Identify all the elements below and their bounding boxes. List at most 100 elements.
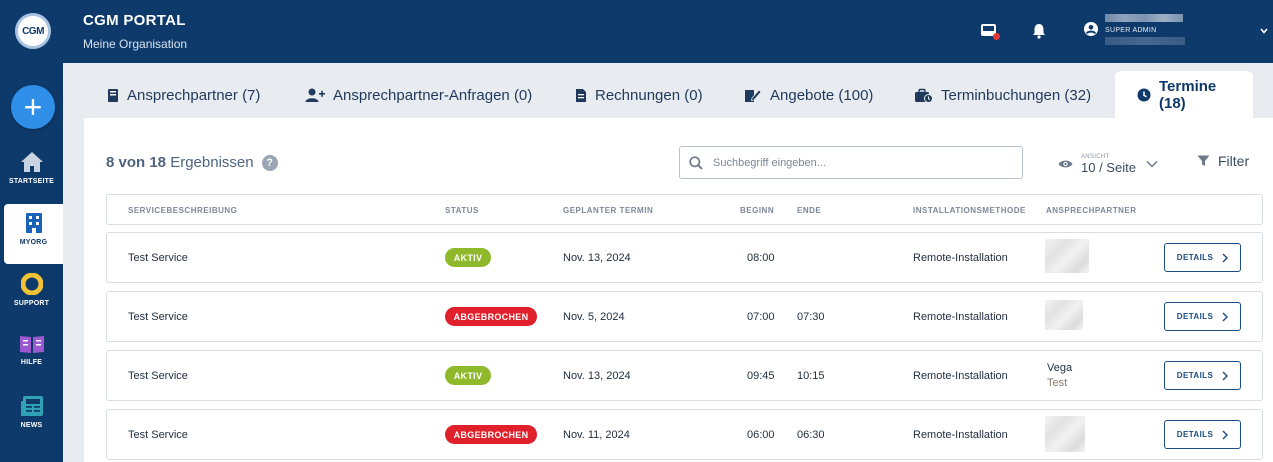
column-header: GEPLANTER TERMIN: [563, 206, 654, 215]
building-icon: [25, 213, 42, 233]
table-header: SERVICEBESCHREIBUNG STATUS GEPLANTER TER…: [106, 194, 1263, 225]
tab-label: Rechnungen (0): [595, 86, 703, 104]
service-description: Test Service: [128, 370, 188, 382]
planned-date: Nov. 5, 2024: [563, 311, 625, 323]
details-label: DETAILS: [1176, 430, 1214, 439]
start-time: 06:00: [747, 429, 775, 441]
sidebar-item-startseite[interactable]: STARTSEITE: [0, 143, 63, 203]
tab-label: Terminbuchungen (32): [941, 86, 1092, 104]
user-icon: [1084, 22, 1098, 41]
view-value: 10 / Seite: [1081, 159, 1136, 175]
column-header: STATUS: [445, 206, 479, 215]
top-bar: CGM CGM PORTAL Meine Organisation SUPER …: [0, 0, 1273, 63]
page-size-select[interactable]: ANSICHT 10 / Seite: [1058, 149, 1158, 179]
tab-label: Ansprechpartner (7): [127, 86, 261, 104]
details-button[interactable]: DETAILS: [1164, 302, 1241, 331]
home-icon: [20, 152, 43, 172]
table-row: Test Service AKTIV Nov. 13, 2024 09:45 1…: [106, 350, 1263, 401]
book-icon: [19, 336, 44, 353]
chevron-down-icon: [1146, 160, 1158, 168]
details-label: DETAILS: [1176, 312, 1214, 321]
sidebar-item-label: NEWS: [20, 422, 43, 429]
search-field[interactable]: [679, 146, 1023, 179]
table-row: Test Service ABGEBROCHEN Nov. 5, 2024 07…: [106, 291, 1263, 342]
contact-subtitle: Test: [1047, 377, 1068, 389]
tab-rechnungen[interactable]: Rechnungen (0): [575, 63, 703, 118]
filter-button[interactable]: Filter: [1197, 153, 1249, 169]
inbox-icon[interactable]: [980, 22, 1000, 40]
cgm-logo[interactable]: CGM: [15, 13, 51, 49]
status-badge: AKTIV: [445, 366, 491, 385]
chevron-right-icon: [1222, 253, 1229, 263]
service-description: Test Service: [128, 311, 188, 323]
planned-date: Nov. 13, 2024: [563, 252, 631, 264]
eye-icon: [1058, 160, 1073, 168]
search-input[interactable]: [713, 156, 1003, 169]
logo-text: CGM: [22, 25, 44, 37]
column-header: INSTALLATIONSMETHODE: [913, 206, 1026, 215]
tab-angebote[interactable]: Angebote (100): [744, 63, 873, 118]
sidebar-item-label: SUPPORT: [13, 300, 50, 307]
contact-redacted: [1045, 239, 1089, 273]
sidebar: + STARTSEITE MYORG SUPPORT HILFE NEWS: [0, 63, 63, 462]
tab-label: Angebote (100): [770, 86, 874, 104]
help-icon[interactable]: ?: [261, 154, 278, 171]
column-header: ENDE: [797, 206, 822, 215]
tab-ansprechpartner[interactable]: Ansprechpartner (7): [107, 63, 260, 118]
filter-icon: [1197, 155, 1210, 167]
tab-label: Termine (18): [1159, 77, 1217, 112]
installation-method: Remote-Installation: [913, 252, 1008, 264]
user-extra-redacted: [1105, 37, 1185, 45]
details-button[interactable]: DETAILS: [1164, 243, 1241, 272]
newspaper-icon: [20, 396, 43, 416]
main-content: 8 von 18 Ergebnissen ? ANSICHT 10 / Seit…: [84, 118, 1273, 462]
results-label: Ergebnissen: [170, 154, 254, 171]
sidebar-item-myorg[interactable]: MYORG: [4, 204, 63, 264]
column-header: BEGINN: [740, 206, 775, 215]
add-button[interactable]: +: [11, 85, 55, 129]
sidebar-item-label: MYORG: [19, 239, 48, 246]
sidebar-item-news[interactable]: NEWS: [0, 387, 63, 447]
status-badge: AKTIV: [445, 248, 491, 267]
add-user-icon: [305, 88, 325, 103]
search-icon: [689, 155, 703, 170]
plus-icon: +: [23, 89, 43, 125]
start-time: 09:45: [747, 370, 775, 382]
details-button[interactable]: DETAILS: [1164, 420, 1241, 449]
bell-icon[interactable]: [1030, 22, 1048, 40]
chevron-right-icon: [1222, 312, 1229, 322]
contact-name: Vega: [1047, 362, 1073, 374]
tab-termine[interactable]: Termine (18): [1115, 71, 1253, 118]
end-time: 06:30: [797, 429, 825, 441]
user-name-redacted: [1105, 14, 1183, 22]
contact-redacted: [1045, 416, 1085, 452]
contact-book-icon: [107, 88, 119, 103]
table-row: Test Service ABGEBROCHEN Nov. 11, 2024 0…: [106, 409, 1263, 460]
user-menu[interactable]: SUPER ADMIN: [1084, 14, 1268, 50]
tab-bar: Ansprechpartner (7) Ansprechpartner-Anfr…: [63, 63, 1273, 118]
sidebar-item-support[interactable]: SUPPORT: [0, 265, 63, 325]
sidebar-item-label: HILFE: [20, 359, 43, 366]
tab-label: Ansprechpartner-Anfragen (0): [333, 86, 533, 104]
clock-icon: [1137, 88, 1151, 102]
planned-date: Nov. 13, 2024: [563, 370, 631, 382]
contact-redacted: [1045, 300, 1083, 330]
details-label: DETAILS: [1176, 371, 1214, 380]
tab-ansprechpartner-anfragen[interactable]: Ansprechpartner-Anfragen (0): [305, 63, 532, 118]
filter-label: Filter: [1218, 153, 1250, 169]
start-time: 07:00: [747, 311, 775, 323]
installation-method: Remote-Installation: [913, 429, 1008, 441]
lifebuoy-icon: [20, 273, 43, 295]
results-number: 8 von 18: [106, 154, 167, 171]
chevron-down-icon: [1260, 26, 1268, 37]
tab-terminbuchungen[interactable]: Terminbuchungen (32): [914, 63, 1091, 118]
status-badge: ABGEBROCHEN: [445, 307, 537, 326]
column-header: SERVICEBESCHREIBUNG: [128, 206, 238, 215]
app-title: CGM PORTAL: [83, 12, 186, 29]
table-row: Test Service AKTIV Nov. 13, 2024 08:00 R…: [106, 232, 1263, 283]
signature-icon: [744, 88, 762, 103]
sidebar-item-hilfe[interactable]: HILFE: [0, 326, 63, 386]
chevron-right-icon: [1222, 371, 1229, 381]
planned-date: Nov. 11, 2024: [563, 429, 630, 441]
details-button[interactable]: DETAILS: [1164, 361, 1241, 390]
